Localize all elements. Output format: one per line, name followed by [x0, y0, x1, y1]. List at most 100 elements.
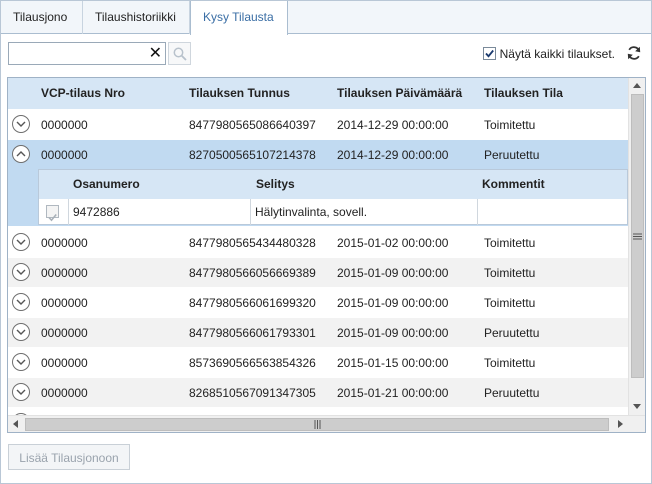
chevron-down-icon [16, 269, 26, 275]
table-row-selected[interactable]: 0000000 8270500565107214378 2014-12-29 0… [8, 139, 629, 169]
detail-cell-kommentit [478, 199, 627, 225]
cell-pvm: 2015-01-02 00:00:00 [337, 236, 449, 250]
chevron-down-icon [16, 389, 26, 395]
detail-select-cell [39, 199, 69, 225]
search-button[interactable] [168, 42, 191, 65]
table-row[interactable]: 0000000 8268510567091347305 2015-01-21 0… [8, 377, 629, 407]
chevron-down-icon [16, 239, 26, 245]
detail-column-selitys[interactable]: Selitys [256, 170, 295, 199]
chevron-down-icon [16, 329, 26, 335]
cell-tila: Toimitettu [484, 118, 536, 132]
cell-tunnus: 8477980566061793301 [189, 326, 316, 340]
cell-tunnus: 8477980566061699320 [189, 296, 316, 310]
detail-grid: Osanumero Selitys Kommentit 9472886 Häly… [38, 169, 628, 225]
tab-tilausjono[interactable]: Tilausjono [1, 1, 83, 34]
expand-row-button[interactable] [12, 323, 30, 341]
expand-row-button[interactable] [12, 353, 30, 371]
cell-nro: 0000000 [41, 118, 88, 132]
cell-tunnus: 8573690566563854326 [189, 356, 316, 370]
order-query-panel: Tilausjono Tilaushistoriikki Kysy Tilaus… [0, 0, 652, 484]
cell-tunnus: 8270500565107214378 [189, 148, 316, 162]
row-detail-panel: Osanumero Selitys Kommentit 9472886 Häly… [8, 169, 629, 226]
orders-grid: VCP-tilaus Nro Tilauksen Tunnus Tilaukse… [7, 77, 646, 433]
chevron-down-icon [16, 299, 26, 305]
chevron-down-icon [16, 121, 26, 127]
cell-tila: Peruutettu [484, 386, 540, 400]
column-header-pvm[interactable]: Tilauksen Päivämäärä [337, 78, 462, 109]
scroll-right-icon[interactable] [618, 420, 623, 428]
cell-nro: 0000000 [41, 236, 88, 250]
refresh-icon [627, 46, 641, 60]
column-header-tila[interactable]: Tilauksen Tila [484, 78, 563, 109]
search-input[interactable] [9, 43, 147, 64]
cell-nro: 0000000 [41, 148, 88, 162]
clear-icon[interactable]: ✕ [149, 44, 162, 64]
expand-row-button[interactable] [12, 233, 30, 251]
tab-kysy-tilausta[interactable]: Kysy Tilausta [190, 1, 288, 35]
chevron-down-icon [16, 359, 26, 365]
grip-icon [633, 233, 642, 240]
checkmark-icon [484, 49, 494, 58]
expand-row-button[interactable] [12, 115, 30, 133]
horizontal-scroll-thumb[interactable] [25, 418, 609, 431]
detail-cell-osanumero: 9472886 [69, 199, 251, 225]
add-to-queue-button[interactable]: Lisää Tilausjonoon [8, 444, 130, 470]
cell-tunnus: 8477980565086640397 [189, 118, 316, 132]
collapse-row-button[interactable] [12, 145, 30, 163]
table-row[interactable]: 0000000 8477980565434480328 2015-01-02 0… [8, 227, 629, 257]
cell-nro: 0000000 [41, 296, 88, 310]
cell-tila: Peruutettu [484, 148, 540, 162]
chevron-up-icon [16, 151, 26, 157]
detail-row[interactable]: 9472886 Hälytinvalinta, sovell. [39, 199, 627, 225]
checkmark-icon [48, 213, 57, 222]
search-field: ✕ [8, 42, 166, 65]
detail-row-checkbox[interactable] [46, 205, 59, 222]
table-row[interactable]: 0000000 8477980566061793301 2015-01-09 0… [8, 317, 629, 347]
expand-row-button[interactable] [12, 263, 30, 281]
expand-row-button[interactable] [12, 293, 30, 311]
table-row[interactable]: 0000000 8477980566056669389 2015-01-09 0… [8, 257, 629, 287]
cell-tila: Toimitettu [484, 296, 536, 310]
detail-column-osanumero[interactable]: Osanumero [73, 170, 140, 199]
scroll-left-icon[interactable] [13, 420, 18, 428]
cell-nro: 0000000 [41, 356, 88, 370]
scroll-down-icon[interactable] [633, 404, 641, 409]
cell-tila: Peruutettu [484, 326, 540, 340]
cell-tila: Toimitettu [484, 266, 536, 280]
detail-cell-selitys: Hälytinvalinta, sovell. [251, 199, 478, 225]
detail-header: Osanumero Selitys Kommentit [39, 170, 627, 199]
expand-row-button[interactable] [12, 383, 30, 401]
show-all-toggle[interactable]: Näytä kaikki tilaukset. [482, 47, 615, 61]
cell-tunnus: 8477980565434480328 [189, 236, 316, 250]
cell-tunnus: 8477980566056669389 [189, 266, 316, 280]
cell-tila: Toimitettu [484, 356, 536, 370]
cell-pvm: 2015-01-09 00:00:00 [337, 326, 449, 340]
column-header-nro[interactable]: VCP-tilaus Nro [41, 78, 125, 109]
cell-nro: 0000000 [41, 386, 88, 400]
show-all-label: Näytä kaikki tilaukset. [499, 47, 615, 61]
table-row[interactable]: 0000000 8477980565086640397 2014-12-29 0… [8, 109, 629, 139]
vertical-scrollbar[interactable] [628, 78, 645, 415]
cell-pvm: 2015-01-09 00:00:00 [337, 266, 449, 280]
grid-header: VCP-tilaus Nro Tilauksen Tunnus Tilaukse… [8, 78, 629, 109]
column-header-tunnus[interactable]: Tilauksen Tunnus [189, 78, 290, 109]
cell-pvm: 2015-01-21 00:00:00 [337, 386, 449, 400]
scroll-up-icon[interactable] [633, 83, 641, 88]
cell-tila: Toimitettu [484, 236, 536, 250]
cell-tunnus: 8268510567091347305 [189, 386, 316, 400]
detail-column-kommentit[interactable]: Kommentit [482, 170, 545, 199]
table-row[interactable]: 0000000 8477980566061699320 2015-01-09 0… [8, 287, 629, 317]
search-icon [173, 47, 187, 61]
tab-tilaushistoriikki[interactable]: Tilaushistoriikki [83, 1, 190, 34]
cell-pvm: 2014-12-29 00:00:00 [337, 118, 449, 132]
cell-pvm: 2015-01-15 00:00:00 [337, 356, 449, 370]
refresh-button[interactable] [626, 45, 642, 61]
horizontal-scrollbar[interactable] [8, 415, 645, 432]
cell-nro: 0000000 [41, 266, 88, 280]
show-all-checkbox[interactable] [482, 47, 496, 60]
tab-bar: Tilausjono Tilaushistoriikki Kysy Tilaus… [1, 1, 651, 35]
cell-pvm: 2015-01-09 00:00:00 [337, 296, 449, 310]
grip-icon [314, 420, 321, 429]
vertical-scroll-thumb[interactable] [631, 94, 644, 378]
table-row[interactable]: 0000000 8573690566563854326 2015-01-15 0… [8, 347, 629, 377]
